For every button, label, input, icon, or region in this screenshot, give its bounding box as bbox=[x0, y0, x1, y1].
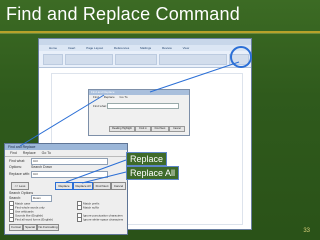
page-number: 33 bbox=[303, 228, 310, 234]
arrow-replace-callout bbox=[65, 159, 127, 183]
replace-all-callout: Replace All bbox=[126, 166, 180, 180]
replace-callout: Replace bbox=[126, 152, 168, 166]
arrow-dialog-to-expanded bbox=[19, 94, 105, 147]
callout-arrows bbox=[19, 61, 240, 184]
arrow-ribbon-to-dialog bbox=[149, 61, 240, 93]
